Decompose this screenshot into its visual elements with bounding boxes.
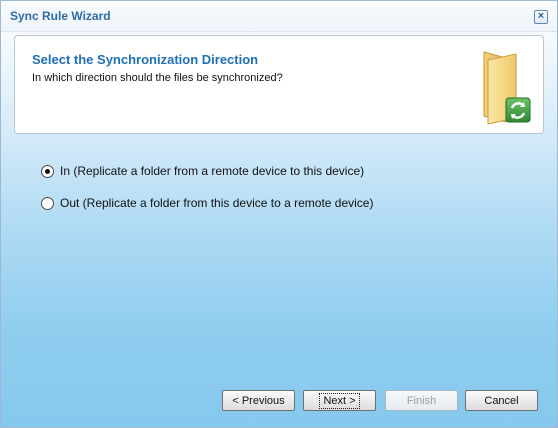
close-button[interactable]: ×: [534, 10, 548, 24]
sync-folder-icon: [483, 51, 531, 125]
header-panel: Select the Synchronization Direction In …: [14, 35, 544, 134]
close-icon: ×: [537, 10, 545, 22]
page-subtitle: In which direction should the files be s…: [32, 72, 283, 84]
direction-option-out[interactable]: Out (Replicate a folder from this device…: [41, 195, 373, 211]
direction-option-in[interactable]: In (Replicate a folder from a remote dev…: [41, 163, 364, 179]
title-bar: Sync Rule Wizard ×: [1, 1, 557, 32]
finish-button: Finish: [385, 390, 458, 411]
radio-in[interactable]: [41, 164, 54, 178]
next-button[interactable]: Next >: [303, 390, 376, 411]
sync-rule-wizard-window: Sync Rule Wizard × Select the Synchroniz…: [0, 0, 558, 428]
radio-out[interactable]: [41, 196, 54, 210]
previous-button-label: < Previous: [232, 394, 285, 407]
cancel-button[interactable]: Cancel: [465, 390, 538, 411]
option-in-label: In (Replicate a folder from a remote dev…: [60, 164, 365, 178]
finish-button-label: Finish: [406, 394, 437, 407]
previous-button[interactable]: < Previous: [222, 390, 295, 411]
option-out-label: Out (Replicate a folder from this device…: [60, 196, 374, 210]
next-button-label: Next >: [319, 392, 360, 409]
cancel-button-label: Cancel: [484, 394, 519, 407]
page-title: Select the Synchronization Direction: [32, 52, 259, 67]
window-title: Sync Rule Wizard: [10, 9, 111, 23]
